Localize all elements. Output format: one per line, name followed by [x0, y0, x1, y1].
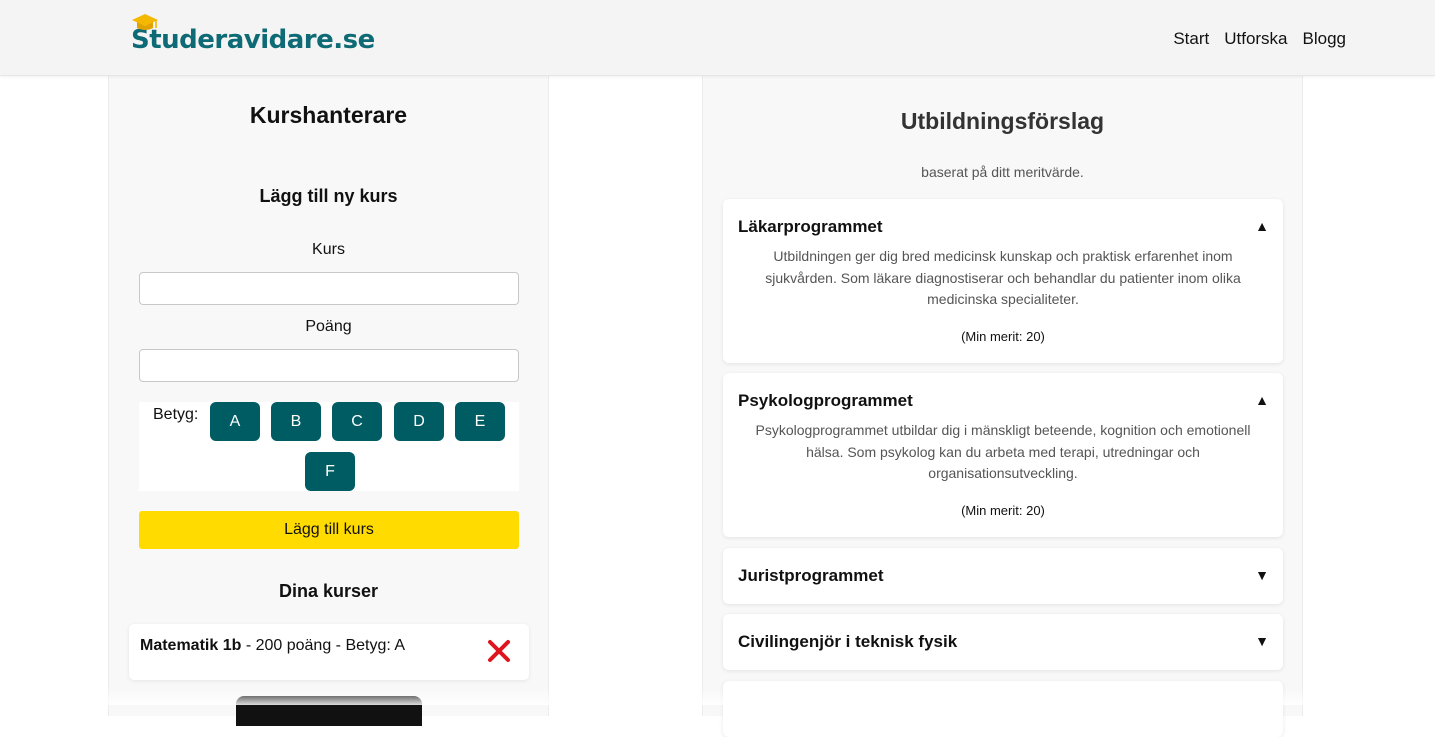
course-manager-panel: Kurshanterare Lägg till ny kurs Kurs Poä…: [108, 76, 549, 726]
program-description: Utbildningen ger dig bred medicinsk kuns…: [765, 248, 1241, 307]
main-nav: Start Utforska Blogg: [1173, 29, 1346, 49]
suggestions-subtitle: baserat på ditt meritvärde.: [921, 164, 1084, 180]
collapse-arrow-icon[interactable]: ▲: [1255, 392, 1269, 408]
program-description: Psykologprogrammet utbildar dig i mänskl…: [755, 422, 1251, 481]
grade-button-e[interactable]: E: [455, 402, 505, 441]
points-label: Poäng: [305, 318, 352, 335]
program-min-merit: (Min merit: 20): [961, 329, 1045, 344]
add-course-heading: Lägg till ny kurs: [259, 186, 398, 206]
grade-button-c[interactable]: C: [332, 402, 382, 441]
grade-label: Betyg:: [153, 406, 199, 423]
program-card-juristprogrammet[interactable]: Juristprogrammet ▼: [723, 548, 1283, 604]
program-name: Civilingenjör i teknisk fysik: [738, 632, 958, 651]
expand-arrow-icon[interactable]: ▼: [1255, 567, 1269, 583]
course-detail: - 200 poäng - Betyg: A: [241, 637, 406, 654]
nav-start[interactable]: Start: [1173, 29, 1209, 49]
grade-selector: Betyg: A B C D E F: [139, 402, 519, 491]
expand-arrow-icon[interactable]: ▼: [1255, 633, 1269, 649]
course-name: Matematik 1b: [140, 637, 242, 654]
logo-text: Studeravidare.se: [131, 25, 375, 55]
your-courses-heading: Dina kurser: [278, 581, 379, 601]
grade-button-d[interactable]: D: [394, 402, 444, 441]
program-card-civilingenjor[interactable]: Civilingenjör i teknisk fysik ▼: [723, 614, 1283, 670]
course-item: Matematik 1b - 200 poäng - Betyg: A: [129, 624, 529, 680]
nav-blogg[interactable]: Blogg: [1303, 29, 1346, 49]
program-name: Psykologprogrammet: [738, 391, 913, 410]
course-label: Kurs: [312, 241, 345, 258]
program-card-psykologprogrammet[interactable]: Psykologprogrammet ▲ Psykologprogrammet …: [723, 373, 1283, 537]
program-name: Juristprogrammet: [738, 566, 884, 585]
program-card-lakarprogrammet[interactable]: Läkarprogrammet ▲ Utbildningen ger dig b…: [723, 199, 1283, 363]
course-manager-title: Kurshanterare: [249, 102, 408, 128]
grade-button-b[interactable]: B: [271, 402, 321, 441]
program-name: Läkarprogrammet: [738, 217, 883, 236]
suggestions-title: Utbildningsförslag: [900, 108, 1105, 134]
grade-button-f[interactable]: F: [305, 452, 355, 491]
site-logo[interactable]: Studeravidare.se: [131, 13, 375, 53]
course-input[interactable]: [139, 272, 519, 305]
top-navbar: Studeravidare.se Start Utforska Blogg: [0, 0, 1435, 76]
collapse-arrow-icon[interactable]: ▲: [1255, 218, 1269, 234]
close-icon[interactable]: [487, 639, 511, 663]
nav-utforska[interactable]: Utforska: [1224, 29, 1287, 49]
grade-button-a[interactable]: A: [210, 402, 260, 441]
course-item-text: Matematik 1b - 200 poäng - Betyg: A: [140, 637, 405, 655]
program-min-merit: (Min merit: 20): [961, 503, 1045, 518]
education-suggestions-panel: Utbildningsförslag baserat på ditt merit…: [702, 76, 1303, 737]
add-course-button[interactable]: Lägg till kurs: [139, 511, 519, 549]
bottom-fade: [0, 688, 1435, 705]
points-input[interactable]: [139, 349, 519, 382]
graduation-cap-icon: [132, 14, 158, 30]
